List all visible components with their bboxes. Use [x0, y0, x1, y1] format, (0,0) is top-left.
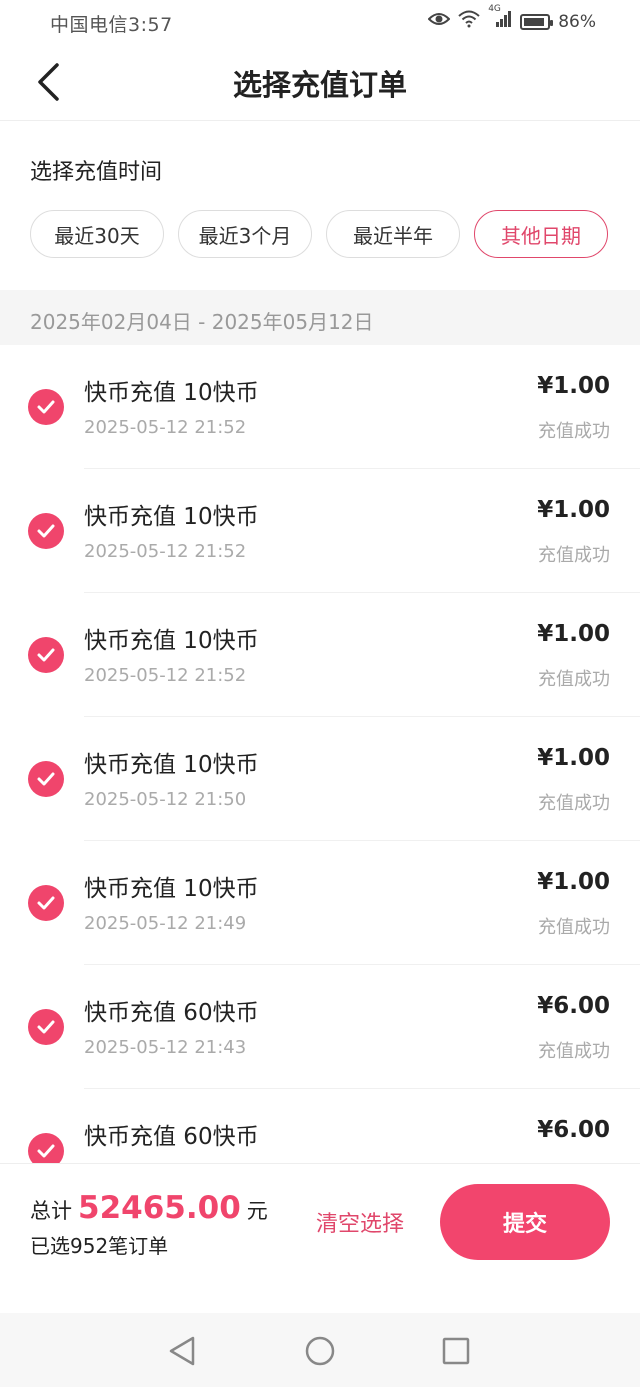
- total-line: 总计 52465.00 元: [30, 1190, 268, 1226]
- filter-last-30-days[interactable]: 最近30天: [30, 210, 164, 258]
- check-circle-icon[interactable]: [28, 389, 64, 425]
- check-circle-icon[interactable]: [28, 885, 64, 921]
- order-amount: ¥1.00: [537, 745, 610, 771]
- battery-icon: [520, 13, 554, 30]
- order-item[interactable]: 快币充值 60快币 2025-05-12 21:43 ¥6.00 充值成功: [0, 965, 640, 1089]
- order-time: 2025-05-12 21:43: [84, 1037, 247, 1058]
- order-amount: ¥6.00: [537, 993, 610, 1019]
- order-status: 充值成功: [538, 1041, 610, 1062]
- filter-other-date[interactable]: 其他日期: [474, 210, 608, 258]
- order-amount: ¥1.00: [537, 373, 610, 399]
- order-status: 充值成功: [538, 421, 610, 442]
- check-circle-icon[interactable]: [28, 761, 64, 797]
- date-range-bar: 2025年02月04日 - 2025年05月12日: [0, 290, 640, 345]
- bottom-action-bar: 总计 52465.00 元 已选952笔订单 清空选择 提交: [0, 1163, 640, 1314]
- check-circle-icon[interactable]: [28, 513, 64, 549]
- order-item[interactable]: 快币充值 10快币 2025-05-12 21:52 ¥1.00 充值成功: [0, 345, 640, 469]
- network-type: 4G: [488, 4, 501, 14]
- signal-icon: 4G: [488, 4, 512, 33]
- order-status: 充值成功: [538, 917, 610, 938]
- eye-icon: [427, 11, 451, 32]
- order-item[interactable]: 快币充值 60快币 ¥6.00: [0, 1089, 640, 1163]
- order-status: 充值成功: [538, 669, 610, 690]
- page-title: 选择充值订单: [232, 68, 407, 102]
- nav-home-button[interactable]: [304, 1335, 336, 1367]
- order-title: 快币充值 10快币: [84, 504, 259, 530]
- square-recents-icon: [442, 1337, 470, 1365]
- order-time: 2025-05-12 21:52: [84, 541, 247, 562]
- check-circle-icon[interactable]: [28, 1133, 64, 1163]
- order-item[interactable]: 快币充值 10快币 2025-05-12 21:52 ¥1.00 充值成功: [0, 469, 640, 593]
- check-circle-icon[interactable]: [28, 637, 64, 673]
- time-filter-row: 最近30天 最近3个月 最近半年 其他日期: [30, 210, 608, 258]
- order-title: 快币充值 10快币: [84, 876, 259, 902]
- order-amount: ¥1.00: [537, 869, 610, 895]
- clear-selection-button[interactable]: 清空选择: [300, 1184, 420, 1260]
- total-unit: 元: [246, 1199, 268, 1223]
- header: 选择充值订单: [0, 44, 640, 121]
- time-section-title: 选择充值时间: [30, 160, 163, 185]
- order-time: 2025-05-12 21:52: [84, 417, 247, 438]
- wifi-icon: [458, 10, 480, 33]
- order-title: 快币充值 10快币: [84, 380, 259, 406]
- order-title: 快币充值 10快币: [84, 628, 259, 654]
- order-list[interactable]: 快币充值 10快币 2025-05-12 21:52 ¥1.00 充值成功 快币…: [0, 345, 640, 1163]
- order-time: 2025-05-12 21:52: [84, 665, 247, 686]
- status-bar: 中国电信3:57 4G 86%: [0, 0, 640, 44]
- circle-home-icon: [305, 1336, 335, 1366]
- order-title: 快币充值 60快币: [84, 1124, 259, 1150]
- order-item[interactable]: 快币充值 10快币 2025-05-12 21:50 ¥1.00 充值成功: [0, 717, 640, 841]
- submit-button[interactable]: 提交: [440, 1184, 610, 1260]
- date-range-text: 2025年02月04日 - 2025年05月12日: [30, 310, 374, 334]
- order-item[interactable]: 快币充值 10快币 2025-05-12 21:52 ¥1.00 充值成功: [0, 593, 640, 717]
- filter-last-3-months[interactable]: 最近3个月: [178, 210, 312, 258]
- check-circle-icon[interactable]: [28, 1009, 64, 1045]
- order-amount: ¥6.00: [537, 1117, 610, 1143]
- filter-last-half-year[interactable]: 最近半年: [326, 210, 460, 258]
- status-icons: 4G 86%: [427, 4, 596, 33]
- order-time: 2025-05-12 21:50: [84, 789, 247, 810]
- nav-back-button[interactable]: [166, 1335, 198, 1367]
- total-label: 总计: [30, 1199, 72, 1223]
- order-status: 充值成功: [538, 793, 610, 814]
- battery-percent: 86%: [558, 11, 596, 32]
- nav-recents-button[interactable]: [440, 1335, 472, 1367]
- carrier-time: 中国电信3:57: [50, 14, 173, 36]
- triangle-back-icon: [169, 1336, 195, 1366]
- order-status: 充值成功: [538, 545, 610, 566]
- order-item[interactable]: 快币充值 10快币 2025-05-12 21:49 ¥1.00 充值成功: [0, 841, 640, 965]
- selected-count: 已选952笔订单: [30, 1234, 169, 1258]
- order-amount: ¥1.00: [537, 497, 610, 523]
- order-title: 快币充值 60快币: [84, 1000, 259, 1026]
- total-amount: 52465.00: [78, 1190, 241, 1226]
- order-amount: ¥1.00: [537, 621, 610, 647]
- order-title: 快币充值 10快币: [84, 752, 259, 778]
- order-time: 2025-05-12 21:49: [84, 913, 247, 934]
- system-nav-bar: [0, 1313, 640, 1387]
